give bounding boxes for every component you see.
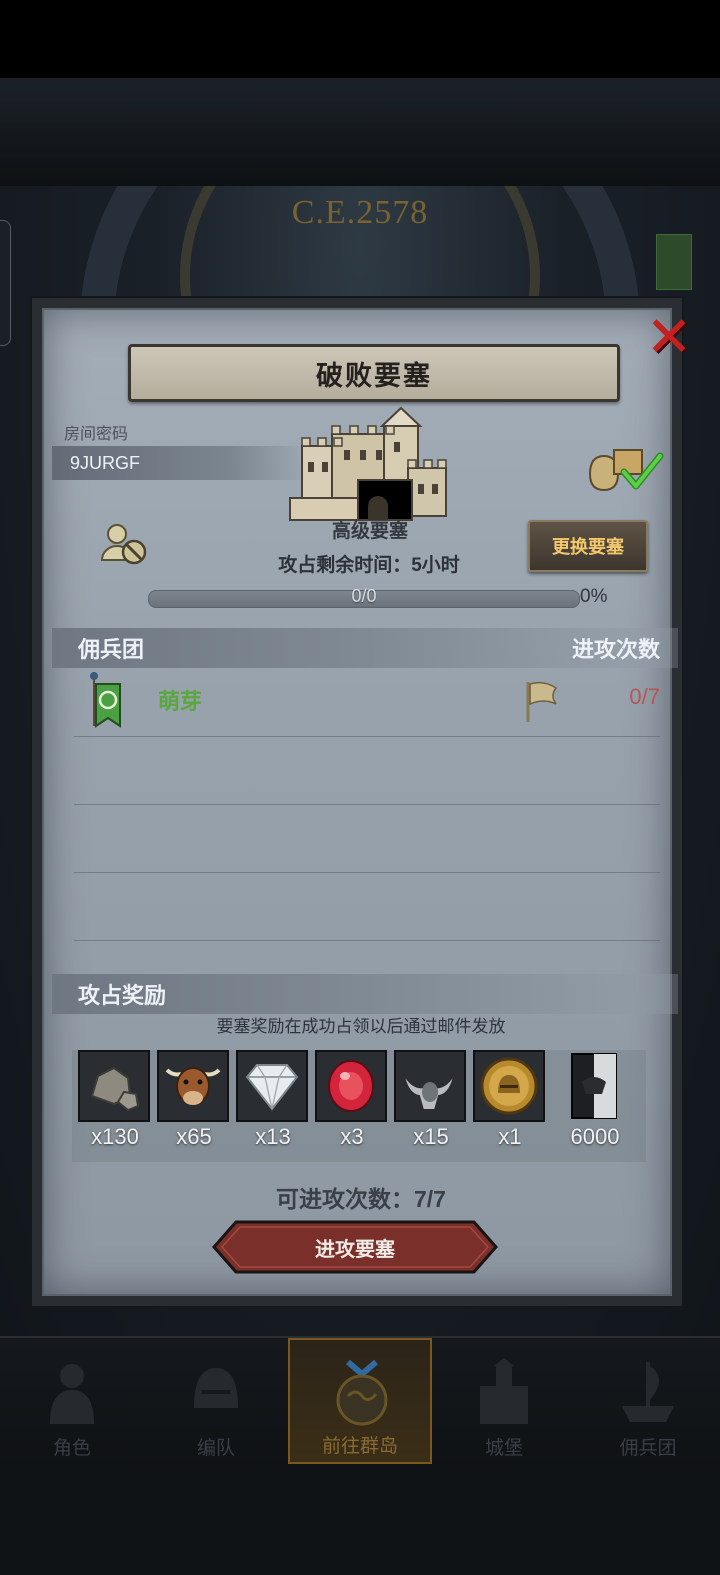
bottom-area [0, 1464, 720, 1575]
empty-row [74, 736, 660, 805]
attack-flag-icon [526, 681, 558, 722]
helmet-coin-icon [480, 1057, 538, 1115]
title-banner: 破败要塞 [128, 344, 620, 402]
reward-qty: x15 [413, 1124, 449, 1149]
guild-banner-icon [90, 672, 121, 728]
reward-item[interactable]: x3 [315, 1050, 389, 1150]
cow-icon [165, 1067, 221, 1105]
mercenary-ship-icon [622, 1362, 674, 1422]
globe-icon [336, 1360, 388, 1426]
bottom-nav: 角色 编队 前往群岛 城堡 佣兵团 [0, 1336, 720, 1466]
room-password-label: 房间密码 [64, 426, 129, 443]
banner-icon [571, 1053, 617, 1119]
reward-qty: 6000 [570, 1124, 620, 1149]
empty-row [74, 804, 660, 873]
change-fortress-button[interactable]: 更换要塞 [528, 520, 648, 572]
no-user-icon [100, 524, 147, 565]
reward-list: x130 x65 x13 x3 x15 x1 6000 [72, 1050, 646, 1162]
nav-label: 佣兵团 [619, 1438, 677, 1459]
reward-item[interactable]: x15 [394, 1050, 468, 1150]
nav-item-formation[interactable]: 编队 [144, 1338, 288, 1464]
ruby-icon [328, 1060, 374, 1112]
time-remaining: 攻占剩余时间：5小时 [278, 555, 460, 576]
stone-icon [90, 1066, 140, 1112]
status-bar [0, 0, 720, 78]
mercenary-header: 佣兵团 进攻次数 [52, 628, 678, 668]
reward-qty: x13 [255, 1124, 291, 1149]
available-attacks: 可进攻次数：7/7 [276, 1186, 446, 1212]
attack-fortress-label: 进攻要塞 [315, 1238, 395, 1261]
nav-label: 前往群岛 [321, 1436, 398, 1457]
castle-nav-icon [480, 1358, 528, 1424]
nav-label: 编队 [196, 1438, 235, 1459]
dialog-body: 破败要塞 ✕ 房间密码 9JURGF 高级要塞 攻占剩余时间：5小时 更换要塞 … [42, 308, 692, 1296]
reward-item[interactable]: x1 [473, 1050, 547, 1150]
reward-qty: x130 [91, 1124, 139, 1149]
rewards-header: 攻占奖励 [52, 974, 678, 1014]
reward-qty: x1 [498, 1124, 522, 1149]
map-marker-icon [656, 234, 692, 290]
header-strip [0, 78, 720, 188]
diamond-icon [245, 1064, 299, 1111]
attack-count: 0/7 [629, 684, 660, 709]
dialog-title: 破败要塞 [316, 360, 432, 391]
guild-name: 萌芽 [158, 689, 203, 714]
nav-label: 城堡 [484, 1438, 523, 1459]
reward-item[interactable]: x65 [157, 1050, 231, 1150]
fortress-level: 高级要塞 [331, 521, 408, 542]
reward-item[interactable]: 6000 [558, 1050, 632, 1150]
reward-item[interactable]: x13 [236, 1050, 310, 1150]
nav-item-character[interactable]: 角色 [0, 1338, 144, 1464]
rewards-note: 要塞奖励在成功占领以后通过邮件发放 [216, 1017, 506, 1036]
castle-icon [289, 406, 447, 521]
nav-label: 角色 [52, 1438, 91, 1459]
nav-item-islands[interactable]: 前往群岛 [288, 1338, 432, 1464]
room-code: 9JURGF [52, 446, 308, 480]
year-text: C.E.2578 [291, 194, 429, 231]
helmet-icon [194, 1368, 238, 1408]
close-icon[interactable]: ✕ [642, 309, 696, 365]
fortress-dialog: 破败要塞 ✕ 房间密码 9JURGF 高级要塞 攻占剩余时间：5小时 更换要塞 … [30, 296, 692, 1308]
horn-icon [402, 1071, 456, 1111]
reward-qty: x3 [340, 1124, 364, 1149]
rewards-header-label: 攻占奖励 [78, 983, 167, 1008]
mercenary-header-label: 佣兵团 [78, 637, 145, 662]
mercenary-row[interactable]: 萌芽 0/7 [74, 668, 660, 737]
reward-item[interactable]: x130 [78, 1050, 152, 1150]
resource-pack-icon[interactable] [584, 444, 664, 494]
attack-fortress-button[interactable]: 进攻要塞 [212, 1220, 498, 1274]
empty-row [74, 872, 660, 941]
nav-item-castle[interactable]: 城堡 [432, 1338, 576, 1464]
progress-percent: 0% [580, 586, 608, 607]
reward-qty: x65 [176, 1124, 212, 1149]
knight-icon [50, 1364, 94, 1424]
nav-item-mercenary[interactable]: 佣兵团 [576, 1338, 720, 1464]
attack-count-header: 进攻次数 [571, 637, 660, 662]
side-tab[interactable] [0, 220, 11, 346]
progress-count: 0/0 [351, 586, 377, 606]
